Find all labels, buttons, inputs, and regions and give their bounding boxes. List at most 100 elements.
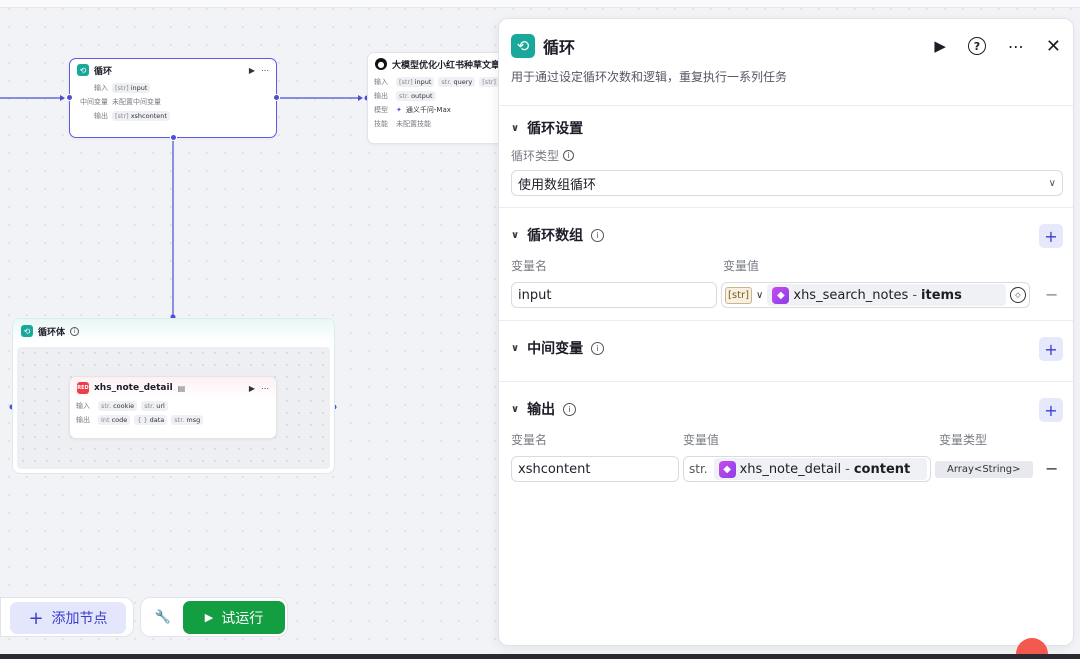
cube-icon: ◆ — [718, 460, 736, 478]
add-array-var-button[interactable]: + — [1039, 224, 1063, 248]
col-value-label: 变量值 — [683, 433, 720, 447]
array-var-name-input[interactable]: input — [511, 282, 717, 308]
chevron-down-icon: ∨ — [511, 403, 520, 415]
llm-skill-row: 技能 未配置技能 — [368, 117, 516, 131]
model-icon: ✦ — [396, 106, 402, 114]
tag: [str] input — [112, 83, 151, 93]
output-var-name-input[interactable]: xshcontent — [511, 456, 679, 482]
xhs-input-row: 输入 str. cookie str. url — [70, 399, 276, 413]
section-title: 中间变量 — [527, 341, 584, 357]
row-key: 输出 — [374, 92, 388, 100]
wrench-icon[interactable]: 🔧 — [153, 607, 173, 627]
row-key: 技能 — [374, 120, 388, 128]
llm-output-row: 输出 str. output — [368, 89, 516, 103]
section-title: 输出 — [527, 402, 556, 418]
close-icon[interactable]: ✕ — [1046, 36, 1061, 57]
xhs-output-row: 输出 Int code { } data str. msg — [70, 413, 276, 427]
port-body[interactable] — [170, 134, 177, 141]
col-type-label: 变量类型 — [939, 433, 988, 447]
remove-output-var-button[interactable]: − — [1045, 459, 1058, 478]
play-icon[interactable]: ▶ — [249, 66, 255, 75]
row-key: 模型 — [374, 106, 388, 114]
remove-array-var-button[interactable]: − — [1045, 285, 1058, 304]
row-value: 未配置技能 — [396, 120, 431, 128]
row-key: 输出 — [76, 416, 90, 424]
loop-array-section: ∨ 循环数组 i + 变量名 变量值 input [str] ∨ ◆ xhs_s… — [499, 207, 1073, 320]
more-icon[interactable]: ⋯ — [1008, 37, 1024, 56]
row-key: 中间变量 — [80, 98, 108, 106]
output-var-value-ref[interactable]: str. ◆ xhs_note_detail - content — [683, 456, 931, 482]
type-tag[interactable]: [str] — [725, 286, 753, 304]
tag: str. output — [396, 91, 436, 101]
tag: str. cookie — [98, 401, 138, 411]
row-value: 未配置中间变量 — [112, 98, 161, 106]
section-title: 循环设置 — [527, 121, 584, 137]
panel-description: 用于通过设定循环次数和逻辑，重复执行一系列任务 — [511, 70, 788, 84]
tag: { } data — [134, 415, 168, 425]
play-icon[interactable]: ▶ — [249, 384, 255, 393]
chevron-down-icon: ∨ — [511, 122, 520, 134]
row-key: 输入 — [94, 84, 108, 92]
loop-node[interactable]: ⟲ 循环 ▶ ⋯ 输入 [str] input 中间变量 未配置中间变量 输出 [… — [66, 58, 280, 141]
xhs-note-detail-node[interactable]: RED xhs_note_detail ▤ ▶ ⋯ 输入 str. cookie … — [69, 376, 277, 439]
llm-model-row: 模型 ✦ 通义千问-Max — [368, 103, 516, 117]
add-output-var-button[interactable]: + — [1039, 398, 1063, 422]
loop-node-mid-row: 中间变量 未配置中间变量 — [70, 95, 276, 109]
play-icon: ▶ — [204, 611, 214, 624]
more-icon[interactable]: ⋯ — [261, 66, 269, 75]
run-icon[interactable]: ▶ — [934, 37, 946, 55]
bottom-bar — [0, 654, 1080, 659]
xhs-node-title: xhs_note_detail — [94, 383, 173, 393]
test-run-label: 试运行 — [221, 610, 264, 627]
info-icon[interactable]: i — [591, 228, 605, 242]
col-value-label: 变量值 — [723, 259, 760, 273]
chevron-down-icon[interactable]: ∨ — [756, 290, 763, 301]
ref-chip[interactable]: ◆ xhs_note_detail - content — [713, 458, 927, 480]
add-intermediate-var-button[interactable]: + — [1039, 337, 1063, 361]
tag: [str] xshcontent — [112, 111, 170, 121]
info-icon[interactable]: i — [563, 402, 577, 416]
info-icon[interactable]: i — [591, 341, 605, 355]
intermediate-header[interactable]: ∨ 中间变量 i — [511, 338, 605, 358]
info-icon[interactable]: i — [563, 150, 575, 161]
variable-picker-icon[interactable]: ◇ — [1010, 287, 1026, 303]
row-key: 输出 — [94, 112, 108, 120]
llm-node[interactable]: ● 大模型优化小红书种草文章 输入 [str] input str. query [… — [367, 52, 517, 144]
tag: str. msg — [171, 415, 204, 425]
tag: Int code — [98, 415, 131, 425]
loop-icon: ⟲ — [511, 34, 535, 58]
loop-node-input-row: 输入 [str] input — [70, 81, 276, 95]
loop-body-icon: ⟲ — [21, 325, 33, 337]
section-title: 循环数组 — [527, 228, 584, 244]
port-out[interactable] — [273, 94, 280, 101]
plus-icon: + — [28, 607, 44, 629]
loop-settings-header[interactable]: ∨ 循环设置 — [511, 118, 583, 138]
loop-type-label: 循环类型 i — [511, 147, 575, 164]
info-icon[interactable]: i — [70, 326, 80, 336]
loop-type-select[interactable]: 使用数组循环 ∨ — [511, 170, 1063, 196]
loop-array-header[interactable]: ∨ 循环数组 i — [511, 225, 605, 245]
tag: [str] input — [396, 77, 435, 87]
add-node-label: 添加节点 — [51, 611, 108, 627]
top-strip — [0, 0, 1080, 8]
loop-node-output-row: 输出 [str] xshcontent — [70, 109, 276, 123]
col-name-label: 变量名 — [511, 433, 548, 447]
panel-title: 循环 — [543, 38, 576, 57]
llm-node-title: 大模型优化小红书种草文章 — [392, 60, 501, 71]
llm-icon: ● — [375, 58, 387, 70]
output-section: ∨ 输出 i + 变量名 变量值 变量类型 xshcontent str. ◆ … — [499, 381, 1073, 645]
add-node-button[interactable]: + 添加节点 — [10, 602, 126, 634]
xhs-icon: RED — [77, 382, 89, 394]
more-icon[interactable]: ⋯ — [261, 384, 269, 393]
ref-chip[interactable]: ◆ xhs_search_notes - items — [767, 284, 1006, 306]
row-key: 输入 — [374, 78, 388, 86]
port-in[interactable] — [66, 94, 73, 101]
help-icon[interactable]: ? — [967, 37, 986, 55]
row-value: 通义千问-Max — [405, 106, 451, 114]
type-tag[interactable]: str. — [687, 462, 710, 476]
test-run-button[interactable]: ▶ 试运行 — [183, 601, 285, 634]
output-header[interactable]: ∨ 输出 i — [511, 399, 577, 419]
array-var-value-ref[interactable]: [str] ∨ ◆ xhs_search_notes - items ◇ — [721, 282, 1030, 308]
output-var-type-badge: Array<String> — [935, 461, 1033, 478]
chevron-down-icon: ∨ — [511, 229, 520, 241]
